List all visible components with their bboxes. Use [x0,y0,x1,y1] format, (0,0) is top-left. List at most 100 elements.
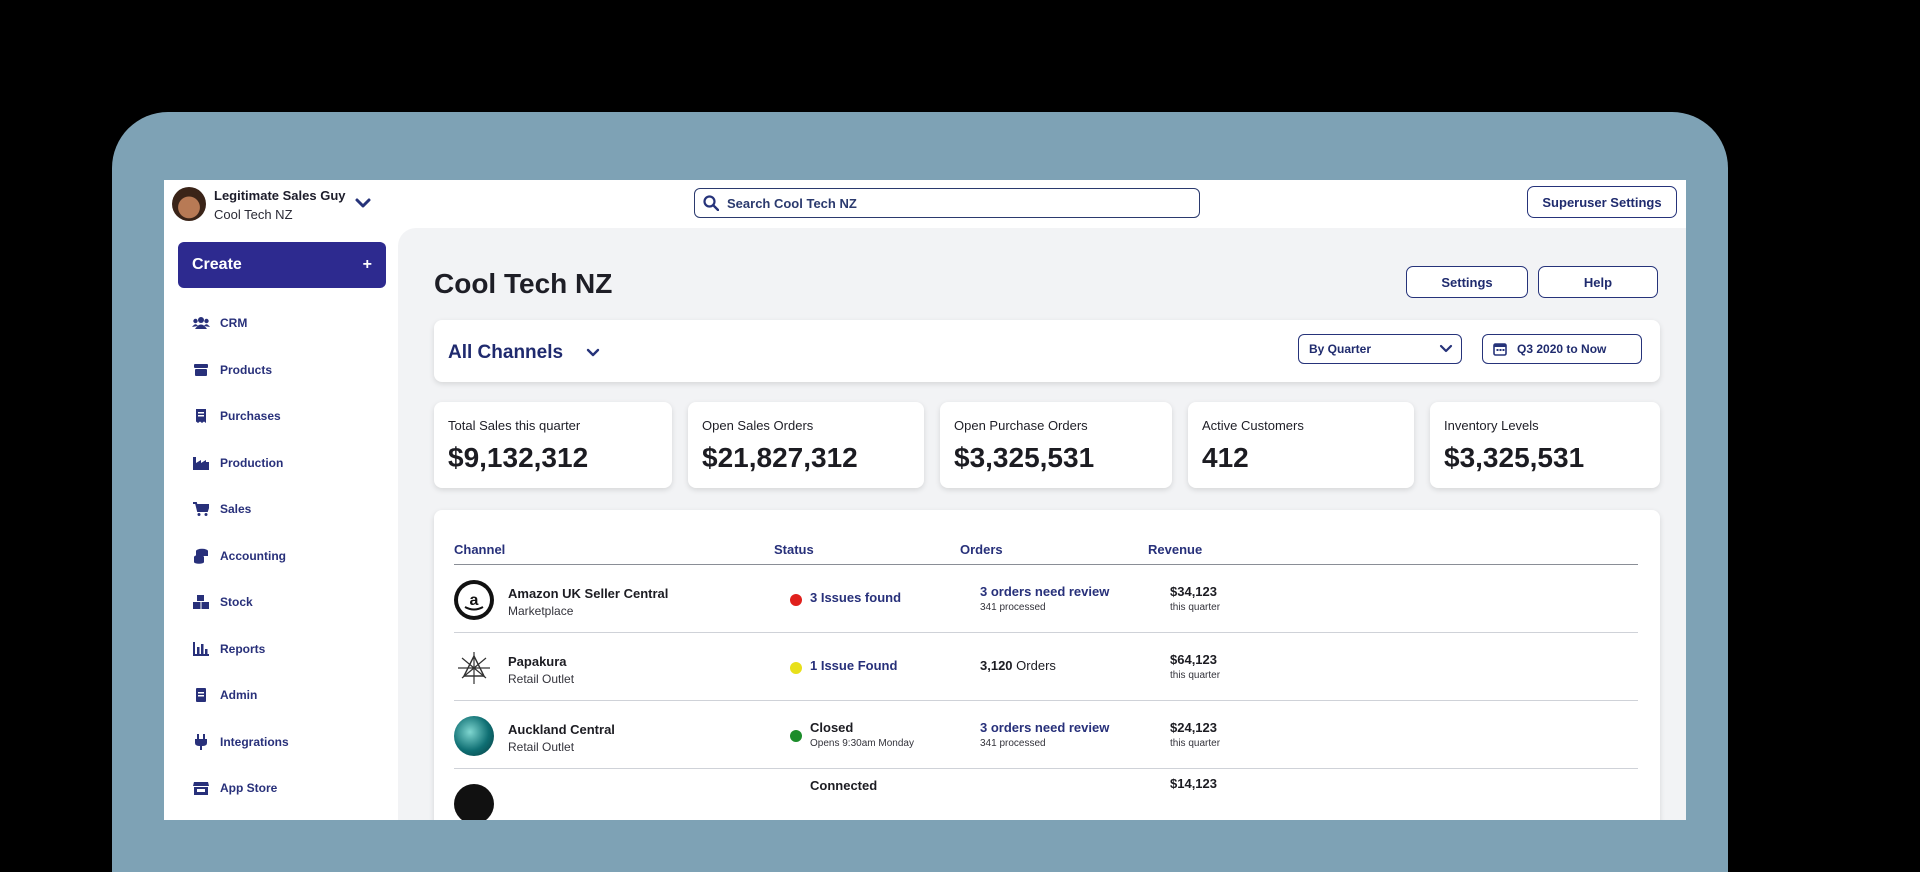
stat-value: $3,325,531 [1444,442,1585,473]
sidebar-item-reports[interactable]: Reports [192,626,289,673]
bar-chart-icon [192,640,210,658]
status-detail: Opens 9:30am Monday [810,738,914,749]
papakura-logo [454,648,494,688]
search-input[interactable]: Search Cool Tech NZ [694,188,1200,218]
channel-logo [454,784,494,820]
page-title: Cool Tech NZ [434,268,613,299]
top-bar: Legitimate Sales Guy Cool Tech NZ Search… [164,180,1686,228]
svg-text:a: a [470,592,479,609]
sidebar-item-label: Purchases [220,409,281,424]
orders-count-value: 3,120 [980,658,1013,673]
boxes-icon [192,593,210,611]
orders-review-link[interactable]: 3 orders need review [980,584,1109,599]
amazon-logo: a [454,580,494,620]
cart-icon [192,500,210,518]
channel-type: Marketplace [508,604,574,618]
avatar[interactable] [172,187,206,221]
column-header-revenue[interactable]: Revenue [1148,542,1202,557]
stat-card-active-customers[interactable]: Active Customers 412 [1188,402,1414,488]
sidebar-item-label: Sales [220,502,252,517]
sidebar-item-purchases[interactable]: Purchases [192,393,289,440]
date-range-value: Q3 2020 to Now [1517,342,1607,356]
period-select[interactable]: By Quarter [1298,334,1462,364]
column-header-status[interactable]: Status [774,542,814,557]
sidebar-item-sales[interactable]: Sales [192,486,289,533]
channel-type: Retail Outlet [508,672,575,686]
status-text: Connected [810,778,878,793]
sidebar-item-crm[interactable]: CRM [192,300,289,347]
table-row[interactable]: Papakura Retail Outlet 1 Issue Found 3,1… [454,634,1638,700]
sidebar-item-label: Accounting [220,548,286,563]
revenue-period: this quarter [1170,738,1221,749]
sidebar-nav: CRM Products Purchases Production Sales … [192,300,289,812]
sidebar-item-label: App Store [220,781,278,796]
auckland-central-logo [454,716,494,756]
orders-processed: 341 processed [980,738,1046,749]
sidebar-item-app-store[interactable]: App Store [192,765,289,812]
sidebar-item-label: CRM [220,316,248,331]
sidebar-item-label: Reports [220,641,266,656]
table-row[interactable]: Auckland Central Retail Outlet Closed Op… [454,702,1638,768]
status-link[interactable]: 3 Issues found [810,590,901,605]
superuser-settings-button[interactable]: Superuser Settings [1527,186,1677,218]
stat-label: Total Sales this quarter [448,418,581,433]
sidebar-item-integrations[interactable]: Integrations [192,719,289,766]
sidebar-item-label: Production [220,455,284,470]
stat-card-open-purchase-orders[interactable]: Open Purchase Orders $3,325,531 [940,402,1172,488]
revenue-period: this quarter [1170,670,1221,681]
table-row[interactable]: Connected $14,123 [454,770,1638,820]
chevron-down-icon[interactable] [352,192,374,214]
search-placeholder: Search Cool Tech NZ [727,195,857,211]
settings-button[interactable]: Settings [1406,266,1528,298]
sidebar-item-accounting[interactable]: Accounting [192,533,289,580]
filter-bar: All Channels By Quarter Q3 2020 to Now [434,320,1660,382]
channel-name: Amazon UK Seller Central [508,586,669,601]
column-header-orders[interactable]: Orders [960,542,1003,557]
main-content: Cool Tech NZ Settings Help All Channels … [398,228,1686,820]
coins-icon [192,547,210,565]
user-company: Cool Tech NZ [214,207,293,222]
orders-count-label: Orders [1016,658,1056,673]
status-dot [790,662,802,674]
column-header-channel[interactable]: Channel [454,542,505,557]
chevron-down-icon[interactable] [584,344,602,362]
status-link[interactable]: 1 Issue Found [810,658,897,673]
channel-name: Papakura [508,654,567,669]
sidebar-item-stock[interactable]: Stock [192,579,289,626]
stat-value: 412 [1202,442,1249,473]
table-row[interactable]: a Amazon UK Seller Central Marketplace 3… [454,566,1638,632]
plus-icon: + [362,256,372,273]
revenue-value: $24,123 [1170,720,1217,735]
stat-card-total-sales[interactable]: Total Sales this quarter $9,132,312 [434,402,672,488]
sidebar-item-label: Admin [220,688,258,703]
revenue-period: this quarter [1170,602,1221,613]
stat-label: Active Customers [1202,418,1304,433]
orders-processed: 341 processed [980,602,1046,613]
status-text: Closed [810,720,854,735]
row-divider [454,632,1638,633]
create-button[interactable]: Create + [178,242,386,288]
search-icon [703,195,719,211]
channel-name: Auckland Central [508,722,615,737]
row-divider [454,768,1638,769]
revenue-value: $14,123 [1170,776,1217,791]
sidebar-item-products[interactable]: Products [192,347,289,394]
stat-card-inventory-levels[interactable]: Inventory Levels $3,325,531 [1430,402,1660,488]
create-label: Create [192,256,242,273]
header-divider [454,564,1638,565]
sidebar-item-production[interactable]: Production [192,440,289,487]
receipt-icon [192,407,210,425]
channel-filter-label[interactable]: All Channels [448,342,563,364]
users-icon [192,314,210,332]
plug-icon [192,733,210,751]
box-icon [192,361,210,379]
sidebar-item-admin[interactable]: Admin [192,672,289,719]
status-dot [790,730,802,742]
orders-review-link[interactable]: 3 orders need review [980,720,1109,735]
sidebar-item-label: Products [220,362,273,377]
date-range-button[interactable]: Q3 2020 to Now [1482,334,1642,364]
help-button[interactable]: Help [1538,266,1658,298]
stat-card-open-sales-orders[interactable]: Open Sales Orders $21,827,312 [688,402,924,488]
sidebar-item-label: Stock [220,595,253,610]
stat-label: Open Purchase Orders [954,418,1088,433]
